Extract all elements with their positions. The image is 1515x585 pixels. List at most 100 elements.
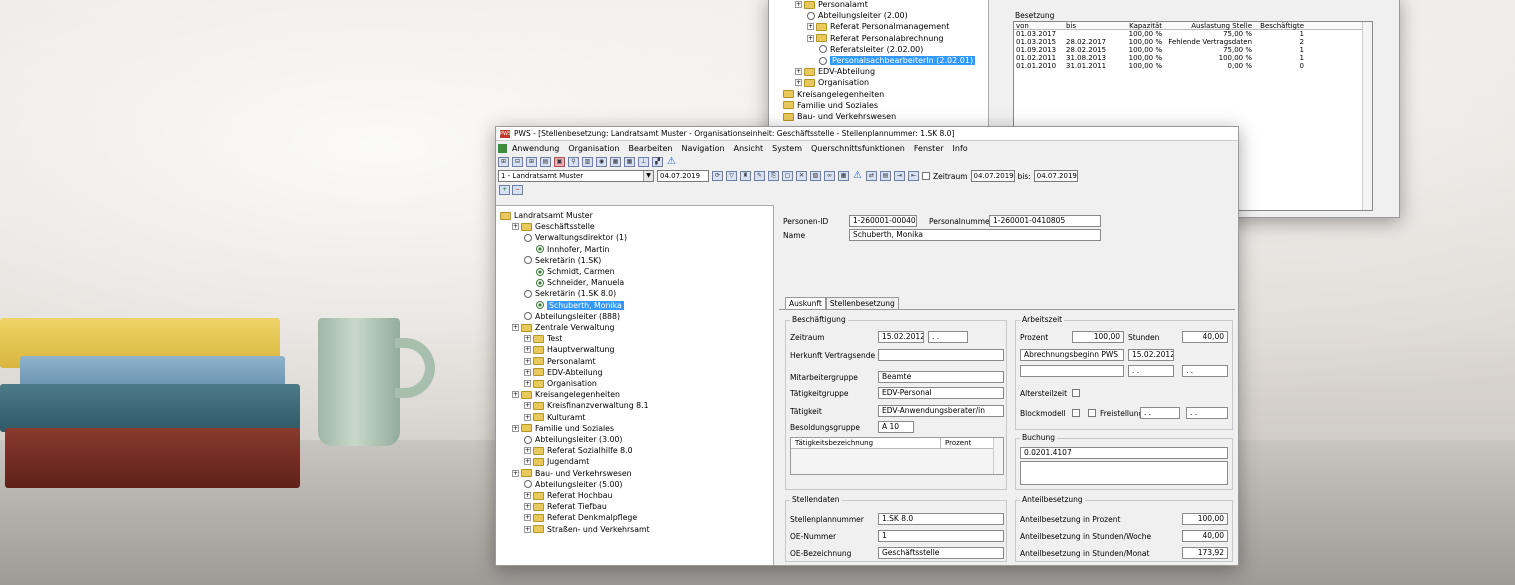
tree-node[interactable]: + EDV-Abteilung (524, 367, 603, 378)
tree-node[interactable]: + Zentrale Verwaltung (512, 322, 615, 333)
tree-node[interactable]: + Kreisfinanzverwaltung 8.1 (524, 400, 649, 411)
table-scrollbar[interactable] (1362, 22, 1372, 210)
taetigkeit-field[interactable]: EDV-Anwendungsberater/in (878, 405, 1004, 417)
menu-item[interactable]: System (772, 144, 802, 153)
expand-toggle-icon[interactable]: + (512, 391, 519, 399)
tree-node[interactable]: + Referat Personalmanagement (807, 21, 949, 32)
tree-node[interactable]: Verwaltungsdirektor (1) (524, 232, 627, 243)
person-id-field[interactable]: 1-260001-00040 (849, 215, 917, 227)
table-header-cell[interactable]: von (1014, 22, 1066, 30)
menu-item[interactable]: Querschnittsfunktionen (811, 144, 905, 153)
table-header-cell[interactable]: Auslastung Stelle (1164, 22, 1254, 30)
tree-node[interactable]: Abteilungsleiter (3.00) (524, 434, 622, 445)
tree-node[interactable]: + Personalamt (524, 356, 596, 367)
table-row[interactable]: 01.02.2011 31.08.2013 100,00 % 100,00 % 1 (1014, 54, 1372, 62)
stunden-field[interactable]: 40,00 (1182, 331, 1228, 343)
print-icon[interactable]: ▤ (880, 171, 891, 181)
table-row[interactable]: 01.03.2015 28.02.2017 100,00 % Fehlende Ver… (1014, 38, 1372, 46)
tree-node[interactable]: + Referat Denkmalpflege (524, 512, 637, 523)
link-icon[interactable]: ∞ (824, 171, 835, 181)
org-chart-icon[interactable]: ⊥ (638, 157, 649, 167)
tab-stellenbesetzung[interactable]: Stellenbesetzung (825, 297, 899, 309)
tree-structure-icon[interactable]: ⊞ (526, 157, 537, 167)
expand-toggle-icon[interactable]: + (524, 447, 531, 455)
chart-icon[interactable]: ▞ (652, 157, 663, 167)
paste-icon[interactable]: ▢ (782, 171, 793, 181)
delete-icon[interactable]: ▣ (554, 157, 565, 167)
expand-all-button[interactable]: + (499, 185, 510, 195)
expand-toggle-icon[interactable]: + (524, 458, 531, 466)
tree-node[interactable]: Sekretärin (1.SK) (524, 255, 601, 266)
menu-item[interactable]: Bearbeiten (629, 144, 673, 153)
expand-toggle-icon[interactable]: + (524, 413, 531, 421)
besoldung-field[interactable]: A 10 (878, 421, 914, 433)
warning-icon[interactable]: ⚠ (666, 157, 677, 167)
binoculars-icon[interactable]: ♜ (740, 171, 751, 181)
altersteilzeit-checkbox[interactable] (1072, 389, 1080, 397)
freistellung-from[interactable]: . . (1140, 407, 1180, 419)
tree-node[interactable]: Bau- und Verkehrswesen (783, 111, 896, 122)
expand-toggle-icon[interactable]: + (524, 402, 531, 410)
oe-nummer-field[interactable]: 1 (878, 530, 1004, 542)
tree-node[interactable]: PersonalsachbearbeiterIn (2.02.01) (819, 55, 976, 66)
tree-node[interactable]: + Familie und Soziales (512, 423, 614, 434)
abrechnung-field[interactable]: Abrechnungsbeginn PWS (1020, 349, 1124, 361)
expand-toggle-icon[interactable]: + (524, 492, 531, 499)
menu-item[interactable]: Anwendung (512, 144, 559, 153)
menu-item[interactable]: Fenster (914, 144, 944, 153)
tab-auskunft[interactable]: Auskunft (785, 297, 826, 309)
expand-toggle-icon[interactable]: + (524, 525, 531, 533)
empty-date-1[interactable]: . . (1128, 365, 1174, 377)
menu-item[interactable]: Info (953, 144, 968, 153)
tree-node[interactable]: Schmidt, Carmen (536, 266, 615, 277)
tree-node[interactable]: + Hauptverwaltung (524, 344, 614, 355)
menu-item[interactable]: Navigation (681, 144, 724, 153)
table-header-cell[interactable]: bis (1066, 22, 1114, 30)
tree-collapse-icon[interactable]: ⊟ (512, 157, 523, 167)
tree-node[interactable]: + Straßen- und Verkehrsamt (524, 524, 650, 535)
tree-node[interactable]: + Kreisangelegenheiten (512, 389, 620, 400)
table-row[interactable]: 01.03.2017 100,00 % 75,00 % 1 (1014, 30, 1372, 38)
alert-icon[interactable]: ⚠ (852, 171, 863, 181)
anteil-monat-field[interactable]: 173,92 (1182, 547, 1228, 559)
mitarbeitergruppe-field[interactable]: Beamte (878, 371, 1004, 383)
expand-toggle-icon[interactable]: + (524, 503, 531, 511)
tree-node[interactable]: + Bau- und Verkehrswesen (512, 468, 632, 479)
grid-icon[interactable]: ▦ (624, 157, 635, 167)
herkunft-field[interactable] (878, 349, 1004, 361)
table-header-cell[interactable]: Beschäftigte (1254, 22, 1306, 30)
new-icon[interactable]: ✎ (754, 171, 765, 181)
grid-scrollbar[interactable] (993, 438, 1003, 474)
export-icon[interactable]: ⇥ (894, 171, 905, 181)
tree-node[interactable]: + Geschäftsstelle (512, 221, 595, 232)
blockmodell-checkbox[interactable] (1072, 409, 1080, 417)
tree-node[interactable]: Abteilungsleiter (5.00) (524, 479, 622, 490)
expand-toggle-icon[interactable]: + (524, 346, 531, 354)
table-row[interactable]: 01.09.2013 28.02.2015 100,00 % 75,00 % 1 (1014, 46, 1372, 54)
transfer-icon[interactable]: ⇄ (866, 171, 877, 181)
expand-toggle-icon[interactable]: + (512, 223, 519, 231)
table-icon[interactable]: ▦ (610, 157, 621, 167)
expand-toggle-icon[interactable]: + (524, 368, 531, 376)
document-icon[interactable]: ▤ (540, 157, 551, 167)
table-header-cell[interactable]: Kapazität (1114, 22, 1164, 30)
tree-node[interactable]: Familie und Soziales (783, 100, 878, 111)
zeitraum-to-field[interactable]: . . (928, 331, 968, 343)
tree-node[interactable]: + Personalamt (795, 0, 868, 10)
expand-toggle-icon[interactable]: + (524, 357, 531, 365)
org-select[interactable]: 1 - Landratsamt Muster ▼ (498, 170, 654, 182)
tree-node[interactable]: + Jugendamt (524, 456, 589, 467)
tree-node[interactable]: + EDV-Abteilung (795, 66, 875, 77)
expand-toggle-icon[interactable]: + (524, 335, 531, 343)
copy-icon[interactable]: ⎘ (768, 171, 779, 181)
collapse-all-button[interactable]: − (512, 185, 523, 195)
menu-item[interactable]: Ansicht (734, 144, 764, 153)
tree-node[interactable]: + Test (524, 333, 562, 344)
tree-node[interactable]: Sekretärin (1.SK 8.0) (524, 288, 616, 299)
expand-toggle-icon[interactable]: + (512, 424, 519, 432)
expand-toggle-icon[interactable]: + (524, 380, 531, 387)
tree-node[interactable]: + Organisation (524, 378, 597, 389)
tree-node[interactable]: Abteilungsleiter (2.00) (807, 10, 908, 21)
plannummer-field[interactable]: 1.SK 8.0 (878, 513, 1004, 525)
freistellung-checkbox[interactable] (1088, 409, 1096, 417)
